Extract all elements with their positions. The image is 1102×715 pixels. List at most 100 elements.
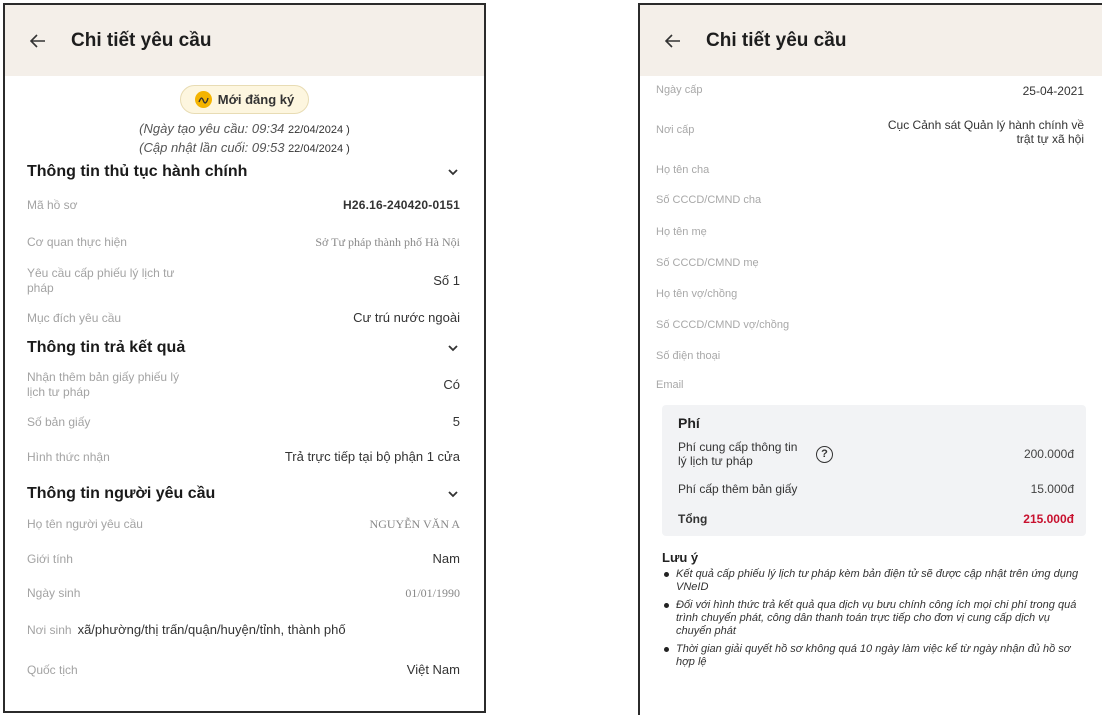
row-label: Nơi cấp [656,124,695,136]
page-title: Chi tiết yêu cầu [706,29,847,51]
row-label: Số CCCD/CMND cha [656,194,762,206]
section-requester-title: Thông tin người yêu cầu [27,485,216,502]
help-circle-icon[interactable]: ? [816,445,833,463]
row-label: Email [656,379,684,391]
row-value: Sở Tư pháp thành phố Hà Nội [315,235,460,249]
fee-row-info: Phí cung cấp thông tin lý lịch tư pháp ?… [678,440,1074,468]
row-label: Mã hồ sơ [27,197,78,212]
section-procedure-header[interactable]: Thông tin thủ tục hành chính [5,160,484,184]
chevron-down-icon[interactable] [446,165,460,179]
info-row: Số CCCD/CMND mẹ [640,247,1102,278]
row-value: Cư trú nước ngoài [353,310,460,325]
info-row: Họ tên cha [640,152,1102,184]
created-label: (Ngày tạo yêu cầu: 09:34 [139,121,285,136]
chevron-down-icon[interactable] [446,487,460,501]
notes-list: Kết quả cấp phiếu lý lịch tư pháp kèm bả… [662,568,1084,669]
row-value: Trả trực tiếp tại bộ phận 1 cửa [284,449,460,464]
info-row: Mục đích yêu cầu Cư trú nước ngoài [5,304,484,332]
row-label: Mục đích yêu cầu [27,310,122,325]
info-row: Số CCCD/CMND cha [640,184,1102,216]
fee-row-copy: Phí cấp thêm bản giấy 15.000đ [678,482,1074,496]
row-label: Số CCCD/CMND vợ/chồng [656,319,790,331]
info-row: Quốc tịch Việt Nam [5,650,484,690]
info-row: Giới tính Nam [5,542,484,576]
info-row: Nhận thêm bản giấy phiếu lý lịch tư pháp… [5,360,484,410]
back-arrow-icon[interactable] [662,30,684,52]
row-value: 25-04-2021 [1022,84,1084,98]
fee-total-label: Tổng [678,512,708,526]
info-row: Mã hồ sơ H26.16-240420-0151 [5,184,484,226]
request-dates: (Ngày tạo yêu cầu: 09:34 22/04/2024 ) (C… [5,120,484,158]
row-label: Quốc tịch [27,662,78,677]
info-row: Số bản giấy 5 [5,410,484,434]
info-row: Họ tên mẹ [640,216,1102,247]
row-value: 5 [452,414,460,429]
created-date: 22/04/2024 ) [288,124,350,136]
fee-label: Phí cung cấp thông tin lý lịch tư pháp ? [678,440,833,468]
row-label: Số điện thoại [656,350,721,362]
row-label: Họ tên cha [656,164,710,176]
row-value: 01/01/1990 [405,586,460,600]
updated-label: (Cập nhật lần cuối: 09:53 [139,140,285,155]
row-value: xã/phường/thị trấn/quận/huyện/tỉnh, thàn… [77,622,346,637]
app-bar: Chi tiết yêu cầu [640,5,1102,76]
fee-info-label: Phí cung cấp thông tin lý lịch tư pháp [678,440,798,468]
row-label: Giới tính [27,551,73,566]
fee-copy-value: 15.000đ [1030,482,1074,496]
row-label: Ngày cấp [656,84,703,96]
row-value: Việt Nam [406,662,460,677]
info-row: Cơ quan thực hiện Sở Tư pháp thành phố H… [5,226,484,258]
row-value: Số 1 [433,273,460,288]
info-row: Nơi sinh xã/phường/thị trấn/quận/huyện/t… [5,610,484,650]
page-title: Chi tiết yêu cầu [71,29,212,51]
row-value: Nam [432,551,460,566]
notes-title: Lưu ý [662,550,699,565]
info-row: Số điện thoại [640,340,1102,371]
row-value: H26.16-240420-0151 [342,198,460,212]
info-row: Nơi cấp Cục Cảnh sát Quản lý hành chính … [640,104,1102,152]
row-value: NGUYỄN VĂN A [369,517,460,531]
section-requester-header[interactable]: Thông tin người yêu cầu [5,482,484,506]
row-label: Họ tên vợ/chồng [656,288,738,300]
row-label: Nơi sinh [27,622,72,637]
section-result-header[interactable]: Thông tin trả kết quả [5,336,484,360]
request-detail-screen-right: Chi tiết yêu cầu Ngày cấp 25-04-2021 Nơi… [638,3,1102,715]
note-item: Kết quả cấp phiếu lý lịch tư pháp kèm bả… [662,568,1084,594]
row-label: Nhận thêm bản giấy phiếu lý lịch tư pháp [27,370,180,399]
updated-date: 22/04/2024 ) [288,143,350,155]
fee-box: Phí Phí cung cấp thông tin lý lịch tư ph… [662,405,1086,536]
info-row: Họ tên vợ/chồng [640,278,1102,309]
row-value: Có [443,377,460,392]
note-item: Thời gian giải quyết hồ sơ không quá 10 … [662,643,1084,669]
row-label: Hình thức nhận [27,449,110,464]
back-arrow-icon[interactable] [27,30,49,52]
status-badge-label: Mới đăng ký [217,92,295,107]
row-label: Cơ quan thực hiện [27,234,127,249]
fee-total-value: 215.000đ [1023,512,1074,526]
fee-title: Phí [678,415,700,431]
fee-info-value: 200.000đ [1023,447,1074,461]
info-row: Ngày sinh 01/01/1990 [5,576,484,610]
section-result-title: Thông tin trả kết quả [27,339,186,356]
row-label: Ngày sinh [27,585,81,600]
row-label: Họ tên mẹ [656,226,707,238]
info-row: Số CCCD/CMND vợ/chồng [640,309,1102,340]
fee-row-total: Tổng 215.000đ [678,512,1074,526]
fee-copy-label: Phí cấp thêm bản giấy [678,482,798,496]
info-row: Họ tên người yêu cầu NGUYỄN VĂN A [5,506,484,542]
info-row: Email [640,371,1102,395]
row-label: Số bản giấy [27,414,91,429]
section-procedure-title: Thông tin thủ tục hành chính [27,163,248,180]
request-detail-screen-left: Chi tiết yêu cầu Mới đăng ký (Ngày tạo y… [3,3,486,713]
info-row: Ngày cấp 25-04-2021 [640,76,1102,104]
info-row: Yêu cầu cấp phiếu lý lịch tư pháp Số 1 [5,258,484,304]
status-badge: Mới đăng ký [179,85,310,114]
chevron-down-icon[interactable] [446,341,460,355]
row-label: Số CCCD/CMND mẹ [656,257,759,269]
app-bar: Chi tiết yêu cầu [5,5,484,76]
info-row: Hình thức nhận Trả trực tiếp tại bộ phận… [5,434,484,480]
note-item: Đối với hình thức trả kết quả qua dịch v… [662,599,1084,638]
row-label: Yêu cầu cấp phiếu lý lịch tư pháp [27,266,175,295]
status-icon [194,91,212,108]
row-value: Cục Cảnh sát Quản lý hành chính về trật … [887,118,1084,146]
